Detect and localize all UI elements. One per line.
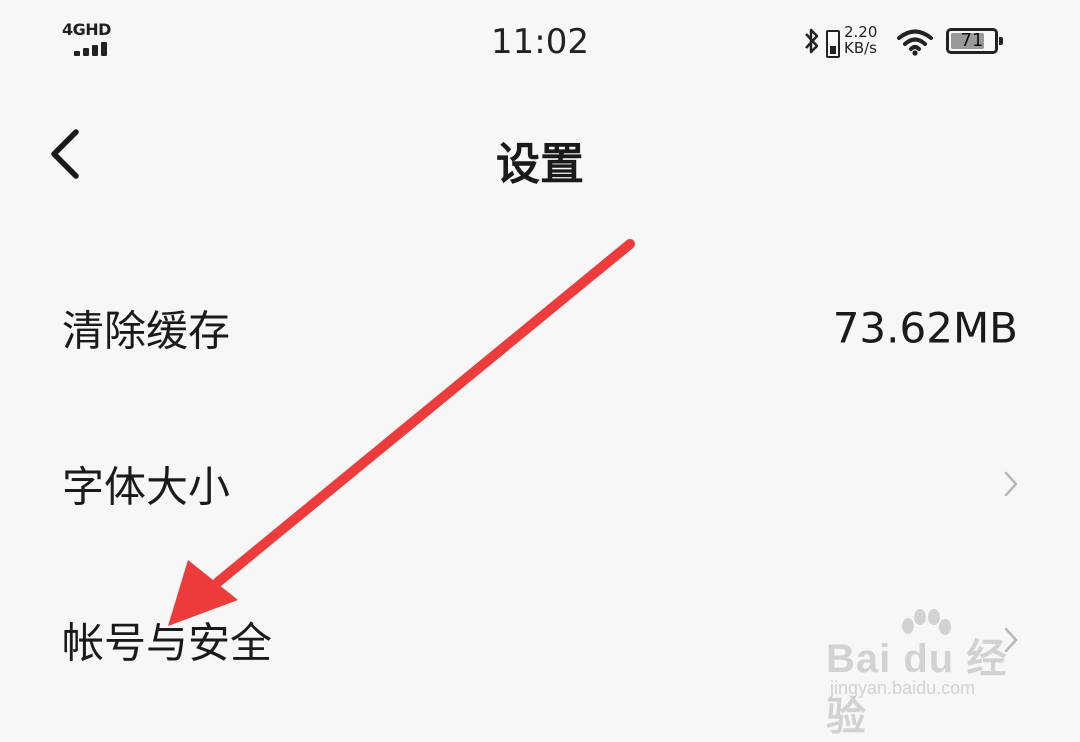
bluetooth-icon [805, 28, 819, 54]
chevron-left-icon [51, 129, 79, 179]
settings-item-account-security[interactable]: 帐号与安全 [0, 562, 1080, 718]
settings-item-label: 字体大小 [62, 462, 231, 512]
page-title: 设置 [496, 139, 584, 190]
cache-size-value: 73.62MB [832, 303, 1018, 353]
chevron-right-icon [1004, 471, 1018, 497]
wifi-icon [897, 29, 933, 56]
network-speed: 2.20 KB/s [844, 24, 877, 56]
settings-item-font-size[interactable]: 字体大小 [0, 406, 1080, 562]
network-speed-value: 2.20 [844, 23, 878, 41]
back-button[interactable] [40, 118, 100, 188]
status-bar: 4GHD 11:02 2.20 KB/s 71 [0, 0, 1080, 84]
bluetooth-battery-icon [826, 30, 840, 58]
navigation-bar: 设置 [0, 100, 1080, 210]
settings-list: 清除缓存 73.62MB 字体大小 帐号与安全 [0, 250, 1080, 718]
settings-item-label: 帐号与安全 [62, 618, 273, 668]
chevron-right-icon [1004, 627, 1018, 653]
settings-item-clear-cache[interactable]: 清除缓存 73.62MB [0, 250, 1080, 406]
battery-level: 71 [960, 30, 984, 51]
network-speed-unit: KB/s [844, 39, 877, 57]
battery-icon: 71 [946, 28, 1003, 54]
settings-item-label: 清除缓存 [62, 306, 231, 356]
status-indicators: 2.20 KB/s 71 [802, 22, 1022, 62]
